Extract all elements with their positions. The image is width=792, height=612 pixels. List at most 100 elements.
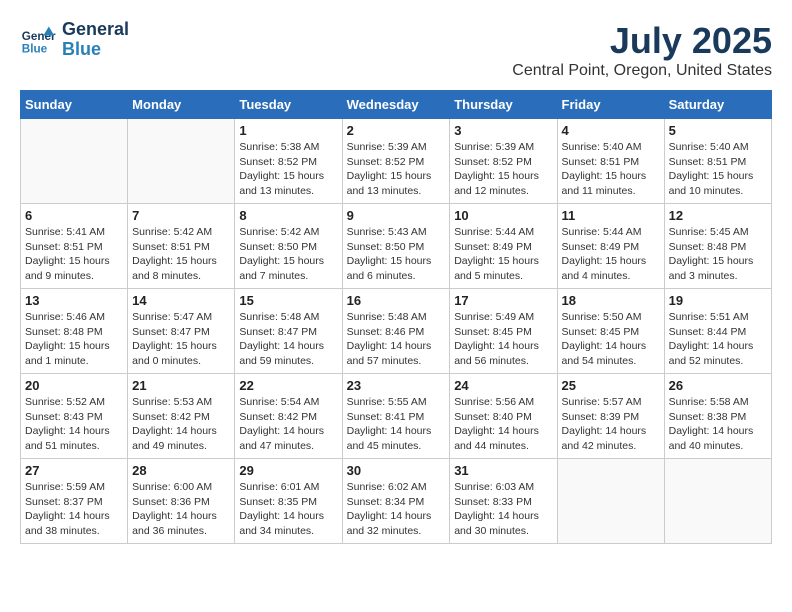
- calendar-cell: 6 Sunrise: 5:41 AMSunset: 8:51 PMDaylight…: [21, 204, 128, 289]
- calendar-cell: 26 Sunrise: 5:58 AMSunset: 8:38 PMDayligh…: [664, 374, 771, 459]
- calendar-cell: 19Sunrise: 5:51 AMSunset: 8:44 PMDayligh…: [664, 289, 771, 374]
- calendar-week-row: 27Sunrise: 5:59 AMSunset: 8:37 PMDayligh…: [21, 459, 772, 544]
- day-info: Sunrise: 5:48 AMSunset: 8:47 PMDaylight:…: [239, 310, 337, 369]
- header-saturday: Saturday: [664, 91, 771, 119]
- day-info: Sunrise: 5:49 AMSunset: 8:45 PMDaylight:…: [454, 310, 552, 369]
- svg-text:Blue: Blue: [22, 42, 48, 55]
- calendar-cell: 22 Sunrise: 5:54 AMSunset: 8:42 PMDayligh…: [235, 374, 342, 459]
- day-info: Sunrise: 5:39 AMSunset: 8:52 PMDaylight:…: [347, 140, 446, 199]
- day-number: 6: [25, 208, 123, 223]
- month-year-title: July 2025: [512, 20, 772, 62]
- calendar-cell: 12Sunrise: 5:45 AMSunset: 8:48 PMDayligh…: [664, 204, 771, 289]
- calendar-cell: 20 Sunrise: 5:52 AMSunset: 8:43 PMDayligh…: [21, 374, 128, 459]
- header-friday: Friday: [557, 91, 664, 119]
- calendar-cell: 5Sunrise: 5:40 AMSunset: 8:51 PMDaylight…: [664, 119, 771, 204]
- calendar-cell: [128, 119, 235, 204]
- day-info: Sunrise: 5:40 AMSunset: 8:51 PMDaylight:…: [562, 140, 660, 199]
- day-info: Sunrise: 5:42 AMSunset: 8:51 PMDaylight:…: [132, 225, 230, 284]
- calendar-week-row: 13 Sunrise: 5:46 AMSunset: 8:48 PMDayligh…: [21, 289, 772, 374]
- calendar-cell: 21Sunrise: 5:53 AMSunset: 8:42 PMDayligh…: [128, 374, 235, 459]
- calendar-cell: 16Sunrise: 5:48 AMSunset: 8:46 PMDayligh…: [342, 289, 450, 374]
- day-number: 8: [239, 208, 337, 223]
- day-info: Sunrise: 5:43 AMSunset: 8:50 PMDaylight:…: [347, 225, 446, 284]
- day-info: Sunrise: 5:56 AMSunset: 8:40 PMDaylight:…: [454, 395, 552, 454]
- calendar-cell: 25 Sunrise: 5:57 AMSunset: 8:39 PMDayligh…: [557, 374, 664, 459]
- calendar-week-row: 6 Sunrise: 5:41 AMSunset: 8:51 PMDaylight…: [21, 204, 772, 289]
- logo-general: General: [62, 20, 129, 40]
- day-info: Sunrise: 6:03 AMSunset: 8:33 PMDaylight:…: [454, 480, 552, 539]
- day-info: Sunrise: 5:42 AMSunset: 8:50 PMDaylight:…: [239, 225, 337, 284]
- calendar-cell: 8 Sunrise: 5:42 AMSunset: 8:50 PMDaylight…: [235, 204, 342, 289]
- logo-blue: Blue: [62, 40, 129, 60]
- calendar-cell: 30 Sunrise: 6:02 AMSunset: 8:34 PMDayligh…: [342, 459, 450, 544]
- calendar-cell: 7Sunrise: 5:42 AMSunset: 8:51 PMDaylight…: [128, 204, 235, 289]
- day-number: 18: [562, 293, 660, 308]
- logo-icon: General Blue: [20, 22, 56, 58]
- day-number: 10: [454, 208, 552, 223]
- day-number: 28: [132, 463, 230, 478]
- calendar-cell: 18 Sunrise: 5:50 AMSunset: 8:45 PMDayligh…: [557, 289, 664, 374]
- calendar-cell: 10 Sunrise: 5:44 AMSunset: 8:49 PMDayligh…: [450, 204, 557, 289]
- calendar-cell: 23Sunrise: 5:55 AMSunset: 8:41 PMDayligh…: [342, 374, 450, 459]
- calendar-cell: 28 Sunrise: 6:00 AMSunset: 8:36 PMDayligh…: [128, 459, 235, 544]
- day-number: 27: [25, 463, 123, 478]
- day-info: Sunrise: 5:39 AMSunset: 8:52 PMDaylight:…: [454, 140, 552, 199]
- day-info: Sunrise: 5:52 AMSunset: 8:43 PMDaylight:…: [25, 395, 123, 454]
- day-number: 25: [562, 378, 660, 393]
- calendar-cell: 27Sunrise: 5:59 AMSunset: 8:37 PMDayligh…: [21, 459, 128, 544]
- day-info: Sunrise: 5:58 AMSunset: 8:38 PMDaylight:…: [669, 395, 767, 454]
- day-info: Sunrise: 5:51 AMSunset: 8:44 PMDaylight:…: [669, 310, 767, 369]
- calendar-cell: 31 Sunrise: 6:03 AMSunset: 8:33 PMDayligh…: [450, 459, 557, 544]
- day-number: 4: [562, 123, 660, 138]
- day-info: Sunrise: 6:00 AMSunset: 8:36 PMDaylight:…: [132, 480, 230, 539]
- header-sunday: Sunday: [21, 91, 128, 119]
- logo: General Blue General Blue: [20, 20, 129, 60]
- day-number: 17: [454, 293, 552, 308]
- day-number: 30: [347, 463, 446, 478]
- calendar-cell: [21, 119, 128, 204]
- day-number: 20: [25, 378, 123, 393]
- day-number: 16: [347, 293, 446, 308]
- calendar-cell: 14Sunrise: 5:47 AMSunset: 8:47 PMDayligh…: [128, 289, 235, 374]
- day-info: Sunrise: 5:38 AMSunset: 8:52 PMDaylight:…: [239, 140, 337, 199]
- calendar-cell: 17 Sunrise: 5:49 AMSunset: 8:45 PMDayligh…: [450, 289, 557, 374]
- day-number: 26: [669, 378, 767, 393]
- day-info: Sunrise: 5:44 AMSunset: 8:49 PMDaylight:…: [454, 225, 552, 284]
- day-number: 13: [25, 293, 123, 308]
- day-number: 1: [239, 123, 337, 138]
- day-info: Sunrise: 5:40 AMSunset: 8:51 PMDaylight:…: [669, 140, 767, 199]
- day-number: 24: [454, 378, 552, 393]
- calendar-cell: 29 Sunrise: 6:01 AMSunset: 8:35 PMDayligh…: [235, 459, 342, 544]
- day-number: 9: [347, 208, 446, 223]
- day-info: Sunrise: 5:41 AMSunset: 8:51 PMDaylight:…: [25, 225, 123, 284]
- calendar-header-row: SundayMondayTuesdayWednesdayThursdayFrid…: [21, 91, 772, 119]
- day-info: Sunrise: 5:57 AMSunset: 8:39 PMDaylight:…: [562, 395, 660, 454]
- day-number: 15: [239, 293, 337, 308]
- calendar-cell: 3 Sunrise: 5:39 AMSunset: 8:52 PMDaylight…: [450, 119, 557, 204]
- calendar-week-row: 1 Sunrise: 5:38 AMSunset: 8:52 PMDaylight…: [21, 119, 772, 204]
- day-info: Sunrise: 5:50 AMSunset: 8:45 PMDaylight:…: [562, 310, 660, 369]
- day-info: Sunrise: 6:01 AMSunset: 8:35 PMDaylight:…: [239, 480, 337, 539]
- day-info: Sunrise: 5:46 AMSunset: 8:48 PMDaylight:…: [25, 310, 123, 369]
- location-subtitle: Central Point, Oregon, United States: [512, 62, 772, 80]
- page-header: General Blue General Blue July 2025 Cent…: [20, 20, 772, 80]
- calendar-cell: 13 Sunrise: 5:46 AMSunset: 8:48 PMDayligh…: [21, 289, 128, 374]
- day-info: Sunrise: 5:54 AMSunset: 8:42 PMDaylight:…: [239, 395, 337, 454]
- calendar-table: SundayMondayTuesdayWednesdayThursdayFrid…: [20, 90, 772, 544]
- day-number: 14: [132, 293, 230, 308]
- day-number: 21: [132, 378, 230, 393]
- day-number: 22: [239, 378, 337, 393]
- day-info: Sunrise: 5:55 AMSunset: 8:41 PMDaylight:…: [347, 395, 446, 454]
- calendar-cell: [557, 459, 664, 544]
- day-number: 2: [347, 123, 446, 138]
- header-wednesday: Wednesday: [342, 91, 450, 119]
- day-info: Sunrise: 6:02 AMSunset: 8:34 PMDaylight:…: [347, 480, 446, 539]
- day-info: Sunrise: 5:45 AMSunset: 8:48 PMDaylight:…: [669, 225, 767, 284]
- day-number: 11: [562, 208, 660, 223]
- day-number: 3: [454, 123, 552, 138]
- day-number: 31: [454, 463, 552, 478]
- calendar-cell: 9 Sunrise: 5:43 AMSunset: 8:50 PMDaylight…: [342, 204, 450, 289]
- calendar-cell: 2 Sunrise: 5:39 AMSunset: 8:52 PMDaylight…: [342, 119, 450, 204]
- calendar-cell: 15 Sunrise: 5:48 AMSunset: 8:47 PMDayligh…: [235, 289, 342, 374]
- day-number: 29: [239, 463, 337, 478]
